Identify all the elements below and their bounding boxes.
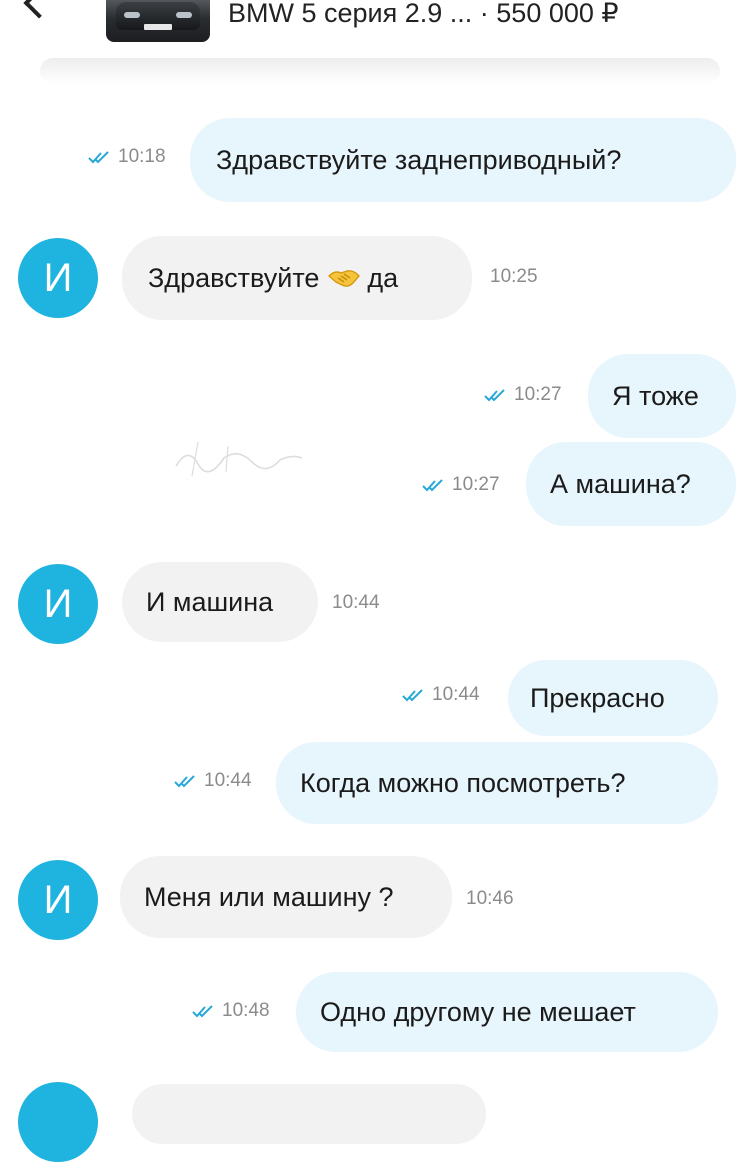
handshake-emoji-icon (328, 270, 361, 287)
outgoing-message[interactable]: А машина? (526, 442, 736, 526)
message-time: 10:44 (332, 592, 380, 614)
outgoing-message[interactable]: Когда можно посмотреть? (276, 742, 718, 824)
message-meta: 10:27 (484, 384, 562, 406)
read-ticks-icon (174, 775, 195, 788)
message-meta: 10:44 (174, 770, 252, 792)
time-text: 10:46 (466, 888, 514, 909)
listing-info[interactable]: BMW 5 серия 2.9 ... · 550 000 ₽ (228, 0, 619, 30)
incoming-message[interactable]: И машина (122, 562, 318, 642)
listing-price: · 550 000 ₽ (479, 0, 619, 28)
avatar-initial: И (43, 582, 73, 626)
outgoing-message[interactable]: Я тоже (588, 354, 736, 438)
back-arrow-icon[interactable] (23, 0, 55, 19)
message-text: Меня или машину ? (144, 882, 394, 912)
contact-avatar[interactable]: И (18, 564, 98, 644)
read-ticks-icon (192, 1005, 213, 1018)
message-time: 10:27 (514, 384, 562, 405)
listing-title: BMW 5 серия 2.9 ... (228, 0, 473, 28)
message-meta: 10:48 (192, 1000, 270, 1022)
contact-avatar-partial[interactable] (18, 1082, 98, 1162)
chat-header: BMW 5 серия 2.9 ... · 550 000 ₽ (0, 0, 736, 62)
header-divider (40, 58, 720, 84)
contact-avatar[interactable]: И (18, 238, 98, 318)
watermark-signature (175, 441, 303, 477)
message-text-after: да (367, 263, 399, 293)
incoming-message[interactable]: Здравствуйте да (122, 236, 472, 320)
contact-avatar[interactable]: И (18, 860, 98, 940)
message-time: 10:25 (490, 266, 538, 288)
message-text: Когда можно посмотреть? (300, 768, 626, 798)
message-time: 10:18 (118, 146, 166, 167)
incoming-message[interactable]: Меня или машину ? (120, 856, 452, 938)
message-text: Одно другому не мешает (320, 997, 636, 1027)
message-text: А машина? (550, 469, 691, 499)
message-meta: 10:18 (88, 146, 166, 168)
license-plate (144, 24, 172, 30)
avatar-initial: И (43, 256, 73, 300)
message-time: 10:44 (204, 770, 252, 791)
headlight-left (124, 12, 140, 18)
read-ticks-icon (88, 151, 109, 164)
message-text: Здравствуйте заднеприводный? (216, 145, 622, 175)
message-time: 10:44 (432, 684, 480, 705)
avatar-initial: И (43, 878, 73, 922)
message-text: И машина (146, 587, 274, 617)
message-text: Здравствуйте (148, 263, 320, 293)
message-meta: 10:44 (402, 684, 480, 706)
message-text: Прекрасно (530, 683, 665, 713)
outgoing-message[interactable]: Здравствуйте заднеприводный? (190, 118, 736, 202)
read-ticks-icon (422, 479, 443, 492)
message-time: 10:46 (466, 888, 514, 910)
message-meta: 10:27 (422, 474, 500, 496)
time-text: 10:44 (332, 592, 380, 613)
listing-thumbnail[interactable] (106, 0, 210, 42)
message-text: Я тоже (612, 381, 699, 411)
message-time: 10:48 (222, 1000, 270, 1021)
read-ticks-icon (402, 689, 423, 702)
message-time: 10:27 (452, 474, 500, 495)
incoming-message-partial[interactable] (132, 1084, 486, 1144)
time-text: 10:25 (490, 266, 538, 287)
headlight-right (176, 12, 192, 18)
outgoing-message[interactable]: Одно другому не мешает (296, 972, 718, 1052)
outgoing-message[interactable]: Прекрасно (508, 660, 718, 736)
read-ticks-icon (484, 389, 505, 402)
